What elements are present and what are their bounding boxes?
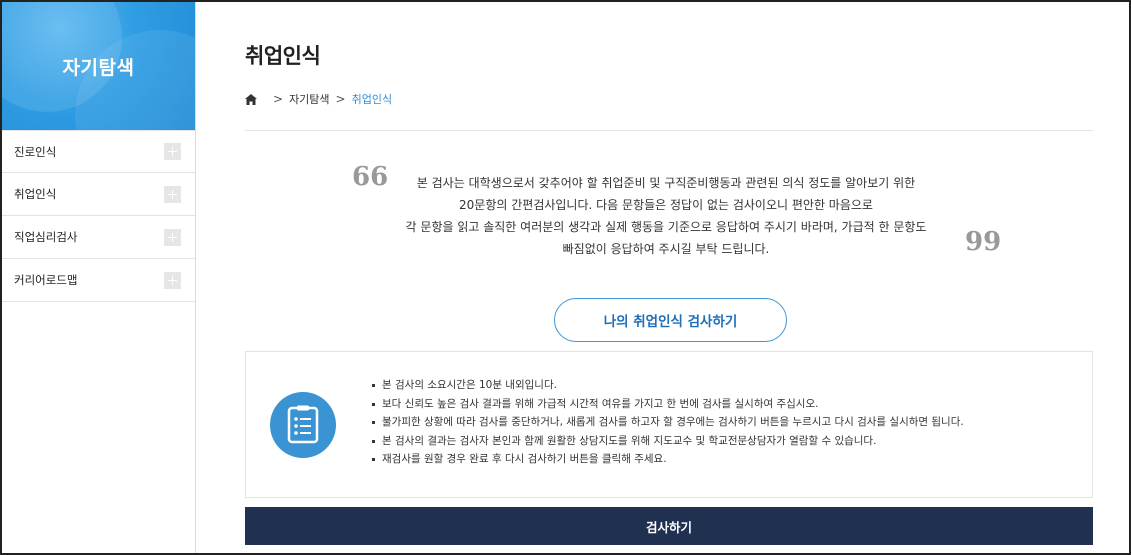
intro-text: 본 검사는 대학생으로서 갖추어야 할 취업준비 및 구직준비행동과 관련된 의… <box>377 172 955 260</box>
divider <box>245 130 1093 131</box>
sidebar-menu: 진로인식 취업인식 직업심리검사 커리어로드맵 <box>2 130 195 302</box>
chevron-right-icon: > <box>335 92 346 106</box>
sidebar-item-label: 진로인식 <box>14 144 57 159</box>
info-list: 본 검사의 소요시간은 10분 내외입니다. 보다 신뢰도 높은 검사 결과를 … <box>372 376 964 469</box>
info-item: 재검사를 원할 경우 완료 후 다시 검사하기 버튼을 클릭해 주세요. <box>372 450 964 469</box>
plus-icon[interactable] <box>164 271 181 289</box>
sidebar: 자기탐색 진로인식 취업인식 직업심리검사 커리어로드맵 <box>2 2 196 553</box>
sidebar-item-career-awareness[interactable]: 진로인식 <box>2 130 195 173</box>
home-icon[interactable] <box>245 93 257 105</box>
info-item: 본 검사의 결과는 검사자 본인과 함께 원활한 상담지도를 위해 지도교수 및… <box>372 432 964 451</box>
plus-icon[interactable] <box>164 143 181 160</box>
intro-line: 20문항의 간편검사입니다. 다음 문항들은 정답이 없는 검사이오니 편안한 … <box>459 198 873 212</box>
sidebar-item-label: 취업인식 <box>14 187 57 201</box>
chevron-right-icon: > <box>273 92 284 106</box>
breadcrumb: > 자기탐색 > 취업인식 <box>245 91 392 107</box>
sidebar-header: 자기탐색 <box>2 2 195 130</box>
info-item: 불가피한 상황에 따라 검사를 중단하거나, 새롭게 검사를 하고자 할 경우에… <box>372 413 964 432</box>
sidebar-item-career-roadmap[interactable]: 커리어로드맵 <box>2 259 195 302</box>
sidebar-title: 자기탐색 <box>62 56 135 79</box>
sidebar-item-label: 커리어로드맵 <box>14 273 78 287</box>
page-title: 취업인식 <box>245 44 321 68</box>
sidebar-item-label: 직업심리검사 <box>14 230 78 244</box>
plus-icon[interactable] <box>164 185 181 203</box>
intro-line: 빠짐없이 응답하여 주시길 부탁 드립니다. <box>562 242 770 256</box>
info-box: 본 검사의 소요시간은 10분 내외입니다. 보다 신뢰도 높은 검사 결과를 … <box>245 351 1093 498</box>
sidebar-item-vocational-test[interactable]: 직업심리검사 <box>2 216 195 259</box>
start-test-button[interactable]: 나의 취업인식 검사하기 <box>554 298 787 342</box>
breadcrumb-current: 취업인식 <box>351 93 393 106</box>
info-item: 본 검사의 소요시간은 10분 내외입니다. <box>372 376 964 395</box>
info-item: 보다 신뢰도 높은 검사 결과를 위해 가급적 시간적 여유를 가지고 한 번에… <box>372 395 964 414</box>
main-content: 취업인식 > 자기탐색 > 취업인식 66 본 검사는 대학생으로서 갖추어야 … <box>197 2 1129 553</box>
intro-line: 각 문항을 읽고 솔직한 여러분의 생각과 실제 행동을 기준으로 응답하여 주… <box>405 220 927 234</box>
checklist-icon <box>270 392 336 458</box>
close-quote-icon: 99 <box>965 227 1002 257</box>
breadcrumb-item[interactable]: 자기탐색 <box>289 91 329 107</box>
submit-test-button[interactable]: 검사하기 <box>245 507 1093 545</box>
sidebar-item-employment-awareness[interactable]: 취업인식 <box>2 173 195 216</box>
intro-line: 본 검사는 대학생으로서 갖추어야 할 취업준비 및 구직준비행동과 관련된 의… <box>416 176 916 190</box>
plus-icon[interactable] <box>164 228 181 246</box>
